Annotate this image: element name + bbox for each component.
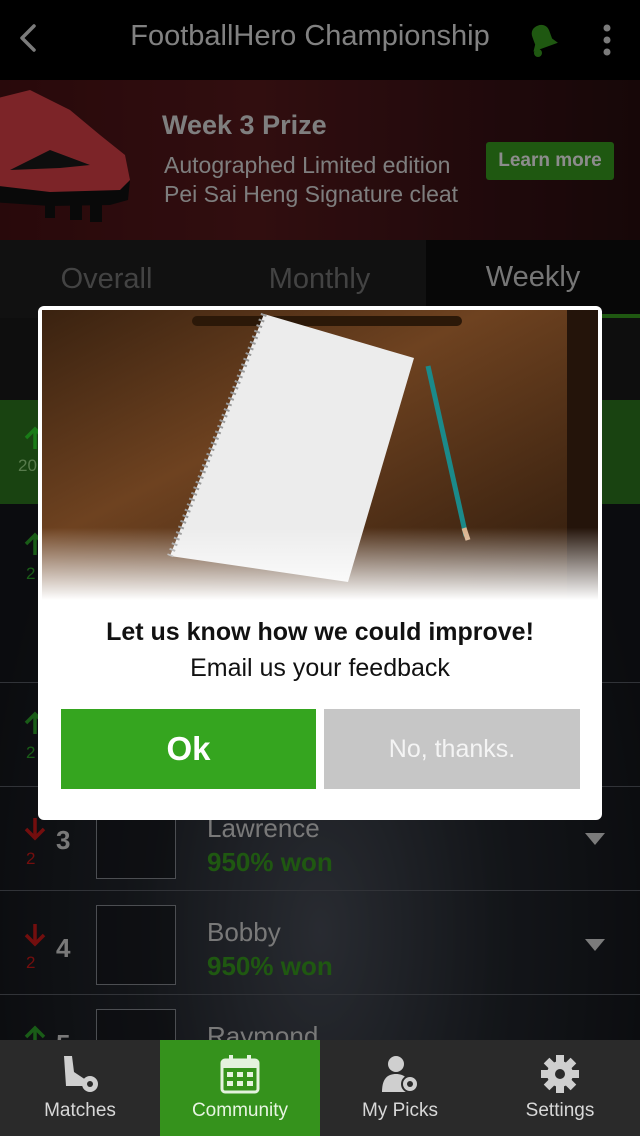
nav-settings[interactable]: Settings [480, 1040, 640, 1136]
notebook-pencil-image [42, 310, 598, 600]
cleat-ball-icon [64, 1056, 98, 1092]
nav-matches[interactable]: Matches [0, 1040, 160, 1136]
bottom-navigation: Matches Community My Picks Settings [0, 1040, 640, 1136]
gear-icon [541, 1055, 579, 1093]
nav-label: Community [191, 1100, 289, 1121]
calendar-icon [220, 1055, 260, 1094]
dialog-title: Let us know how we could improve! [106, 618, 534, 646]
ok-button[interactable]: Ok [61, 709, 316, 789]
dialog-subtitle: Email us your feedback [190, 654, 450, 682]
user-ball-icon [382, 1056, 419, 1093]
nav-my-picks[interactable]: My Picks [320, 1040, 480, 1136]
nav-label: My Picks [362, 1100, 438, 1121]
no-thanks-button[interactable]: No, thanks. [324, 709, 580, 789]
nav-label: Settings [525, 1100, 595, 1121]
feedback-dialog: Let us know how we could improve! Email … [38, 306, 602, 820]
nav-label: Matches [44, 1100, 116, 1121]
nav-community[interactable]: Community [160, 1040, 320, 1136]
